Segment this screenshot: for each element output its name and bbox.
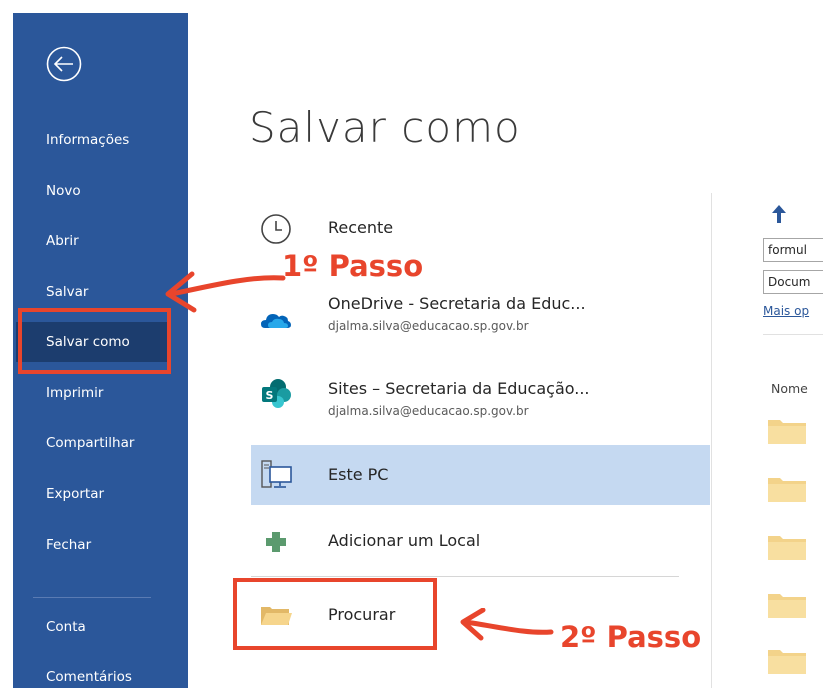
- location-name: Adicionar um Local: [328, 531, 481, 550]
- location-name: Sites – Secretaria da Educação...: [328, 379, 590, 398]
- sidebar-divider: [33, 597, 151, 598]
- annotation-box-step2: [233, 578, 437, 650]
- annotation-step1-label: 1º Passo: [282, 249, 424, 283]
- location-name: OneDrive - Secretaria da Educ...: [328, 294, 586, 313]
- annotation-arrow-step1-icon: [158, 266, 288, 320]
- location-account: djalma.silva@educacao.sp.gov.br: [328, 404, 529, 418]
- filename-input[interactable]: formul: [763, 238, 823, 262]
- nav-comentarios[interactable]: Comentários: [13, 657, 188, 688]
- name-column-header[interactable]: Nome: [771, 381, 808, 396]
- nav-imprimir[interactable]: Imprimir: [13, 373, 188, 413]
- folder-icon[interactable]: [766, 474, 806, 504]
- panel-divider: [711, 193, 712, 688]
- location-account: djalma.silva@educacao.sp.gov.br: [328, 319, 529, 333]
- sharepoint-icon: S: [259, 375, 293, 409]
- annotation-box-step1: [18, 308, 171, 374]
- locations-divider: [251, 576, 679, 577]
- nav-conta[interactable]: Conta: [13, 607, 188, 647]
- right-panel-divider: [763, 334, 823, 335]
- up-arrow-icon[interactable]: [771, 204, 787, 228]
- location-onedrive[interactable]: OneDrive - Secretaria da Educ... djalma.…: [251, 289, 710, 349]
- nav-exportar[interactable]: Exportar: [13, 474, 188, 514]
- nav-fechar[interactable]: Fechar: [13, 525, 188, 565]
- location-sites[interactable]: S Sites – Secretaria da Educação... djal…: [251, 362, 710, 422]
- folder-icon[interactable]: [766, 590, 806, 620]
- plus-icon: [259, 525, 293, 559]
- annotation-step2-label: 2º Passo: [560, 620, 702, 654]
- computer-icon: [259, 458, 293, 492]
- nav-informacoes[interactable]: Informações: [13, 120, 188, 160]
- nav-abrir[interactable]: Abrir: [13, 221, 188, 261]
- svg-text:S: S: [266, 389, 274, 402]
- filetype-select[interactable]: Docum: [763, 270, 823, 294]
- location-name: Este PC: [328, 465, 389, 484]
- page-title: Salvar como: [249, 103, 521, 152]
- location-adicionar[interactable]: Adicionar um Local: [251, 512, 710, 572]
- location-este-pc[interactable]: Este PC: [251, 445, 710, 505]
- nav-novo[interactable]: Novo: [13, 171, 188, 211]
- location-name: Recente: [328, 218, 394, 237]
- clock-icon: [259, 212, 293, 246]
- annotation-arrow-step2-icon: [455, 607, 555, 652]
- folder-icon[interactable]: [766, 532, 806, 562]
- back-arrow-icon[interactable]: [46, 46, 82, 82]
- folder-icon[interactable]: [766, 646, 806, 676]
- folder-icon[interactable]: [766, 416, 806, 446]
- more-options-link[interactable]: Mais op: [763, 304, 809, 318]
- nav-compartilhar[interactable]: Compartilhar: [13, 423, 188, 463]
